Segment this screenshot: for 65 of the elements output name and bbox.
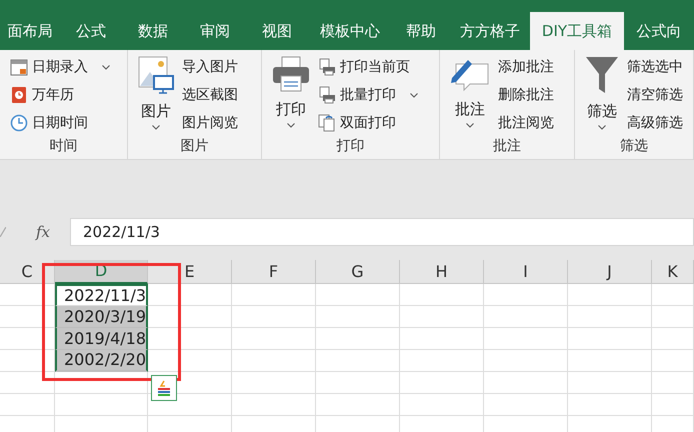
group-label: 筛选 xyxy=(619,137,649,156)
ribbon-button[interactable]: 导入图片 xyxy=(182,56,238,78)
clock-icon xyxy=(10,114,28,132)
printer-page-icon xyxy=(318,58,336,76)
column-header[interactable]: H xyxy=(400,260,484,284)
ribbon-button[interactable]: 选区截图 xyxy=(182,84,238,106)
column-header[interactable]: E xyxy=(148,260,232,284)
ribbon-button[interactable]: 双面打印 xyxy=(318,112,418,134)
quick-analysis-button[interactable] xyxy=(151,375,177,401)
printer-icon xyxy=(272,56,310,92)
ribbon-large-button[interactable]: 图片 xyxy=(138,56,174,136)
table-cell: 2020/3/19 xyxy=(55,306,148,328)
duplex-print-icon xyxy=(318,114,336,132)
column-header[interactable]: K xyxy=(652,260,694,284)
ribbon-button[interactable]: 删除批注 xyxy=(498,84,554,106)
ribbon-button[interactable]: 图片阅览 xyxy=(182,112,238,134)
printer-page-icon xyxy=(318,86,336,104)
ribbon-tab[interactable]: 面布局 xyxy=(0,12,60,50)
ribbon-button[interactable]: 清空筛选 xyxy=(627,84,683,106)
dropdown-caret-icon xyxy=(598,124,606,130)
picture-monitor-icon xyxy=(138,56,174,94)
column-header[interactable]: C xyxy=(0,260,55,284)
ribbon-tab[interactable]: 审阅 xyxy=(184,12,246,50)
ribbon-tab[interactable]: 模板中心 xyxy=(308,12,392,50)
column-header[interactable]: G xyxy=(316,260,400,284)
insert-function-button[interactable]: fx xyxy=(36,220,50,244)
ribbon-tab[interactable]: 公式向 xyxy=(624,12,694,50)
ribbon-tab[interactable]: 帮助 xyxy=(392,12,450,50)
group-label: 时间 xyxy=(48,137,78,156)
table-cell: 2022/11/3 xyxy=(55,284,148,306)
ribbon-button[interactable]: 批注阅览 xyxy=(498,112,554,134)
group-label: 批注 xyxy=(492,137,522,156)
funnel-icon xyxy=(585,56,619,94)
dropdown-caret-icon xyxy=(410,92,418,98)
ribbon-tab[interactable]: 公式 xyxy=(60,12,122,50)
ribbon-button[interactable]: 添加批注 xyxy=(498,56,554,78)
ribbon-tab[interactable]: DIY工具箱 xyxy=(530,12,624,50)
ribbon-button[interactable]: 日期时间 xyxy=(10,112,110,134)
ribbon-button[interactable]: 批量打印 xyxy=(318,84,418,106)
group-label: 图片 xyxy=(180,137,210,156)
dropdown-caret-icon xyxy=(102,64,110,70)
dropdown-caret-icon xyxy=(287,122,295,128)
ribbon-button[interactable]: 筛选选中 xyxy=(627,56,683,78)
dropdown-caret-icon xyxy=(466,122,474,128)
column-header[interactable]: F xyxy=(232,260,316,284)
formula-input[interactable]: 2022/11/3 xyxy=(70,218,694,246)
ribbon-large-button[interactable]: 打印 xyxy=(272,56,310,136)
ribbon-large-button[interactable]: 筛选 xyxy=(585,56,619,136)
table-cell: 2019/4/18 xyxy=(55,328,148,350)
ribbon-tab[interactable]: 视图 xyxy=(246,12,308,50)
ribbon-button[interactable]: 万年历 xyxy=(10,84,110,106)
ribbon-button[interactable]: 打印当前页 xyxy=(318,56,418,78)
ribbon-button[interactable]: 高级筛选 xyxy=(627,112,683,134)
book-clock-icon xyxy=(10,86,28,104)
dropdown-caret-icon xyxy=(152,124,160,130)
calendar-icon xyxy=(10,58,28,76)
ribbon-tab[interactable]: 数据 xyxy=(122,12,184,50)
group-label: 打印 xyxy=(336,137,366,156)
column-header[interactable]: J xyxy=(568,260,652,284)
column-header[interactable]: I xyxy=(484,260,568,284)
ribbon-large-button[interactable]: 批注 xyxy=(450,56,490,136)
quick-analysis-icon xyxy=(156,380,172,396)
ribbon-tab[interactable]: 方方格子 xyxy=(450,12,530,50)
table-cell: 2002/2/20 xyxy=(55,350,148,372)
ribbon-button[interactable]: 日期录入 xyxy=(10,56,110,78)
